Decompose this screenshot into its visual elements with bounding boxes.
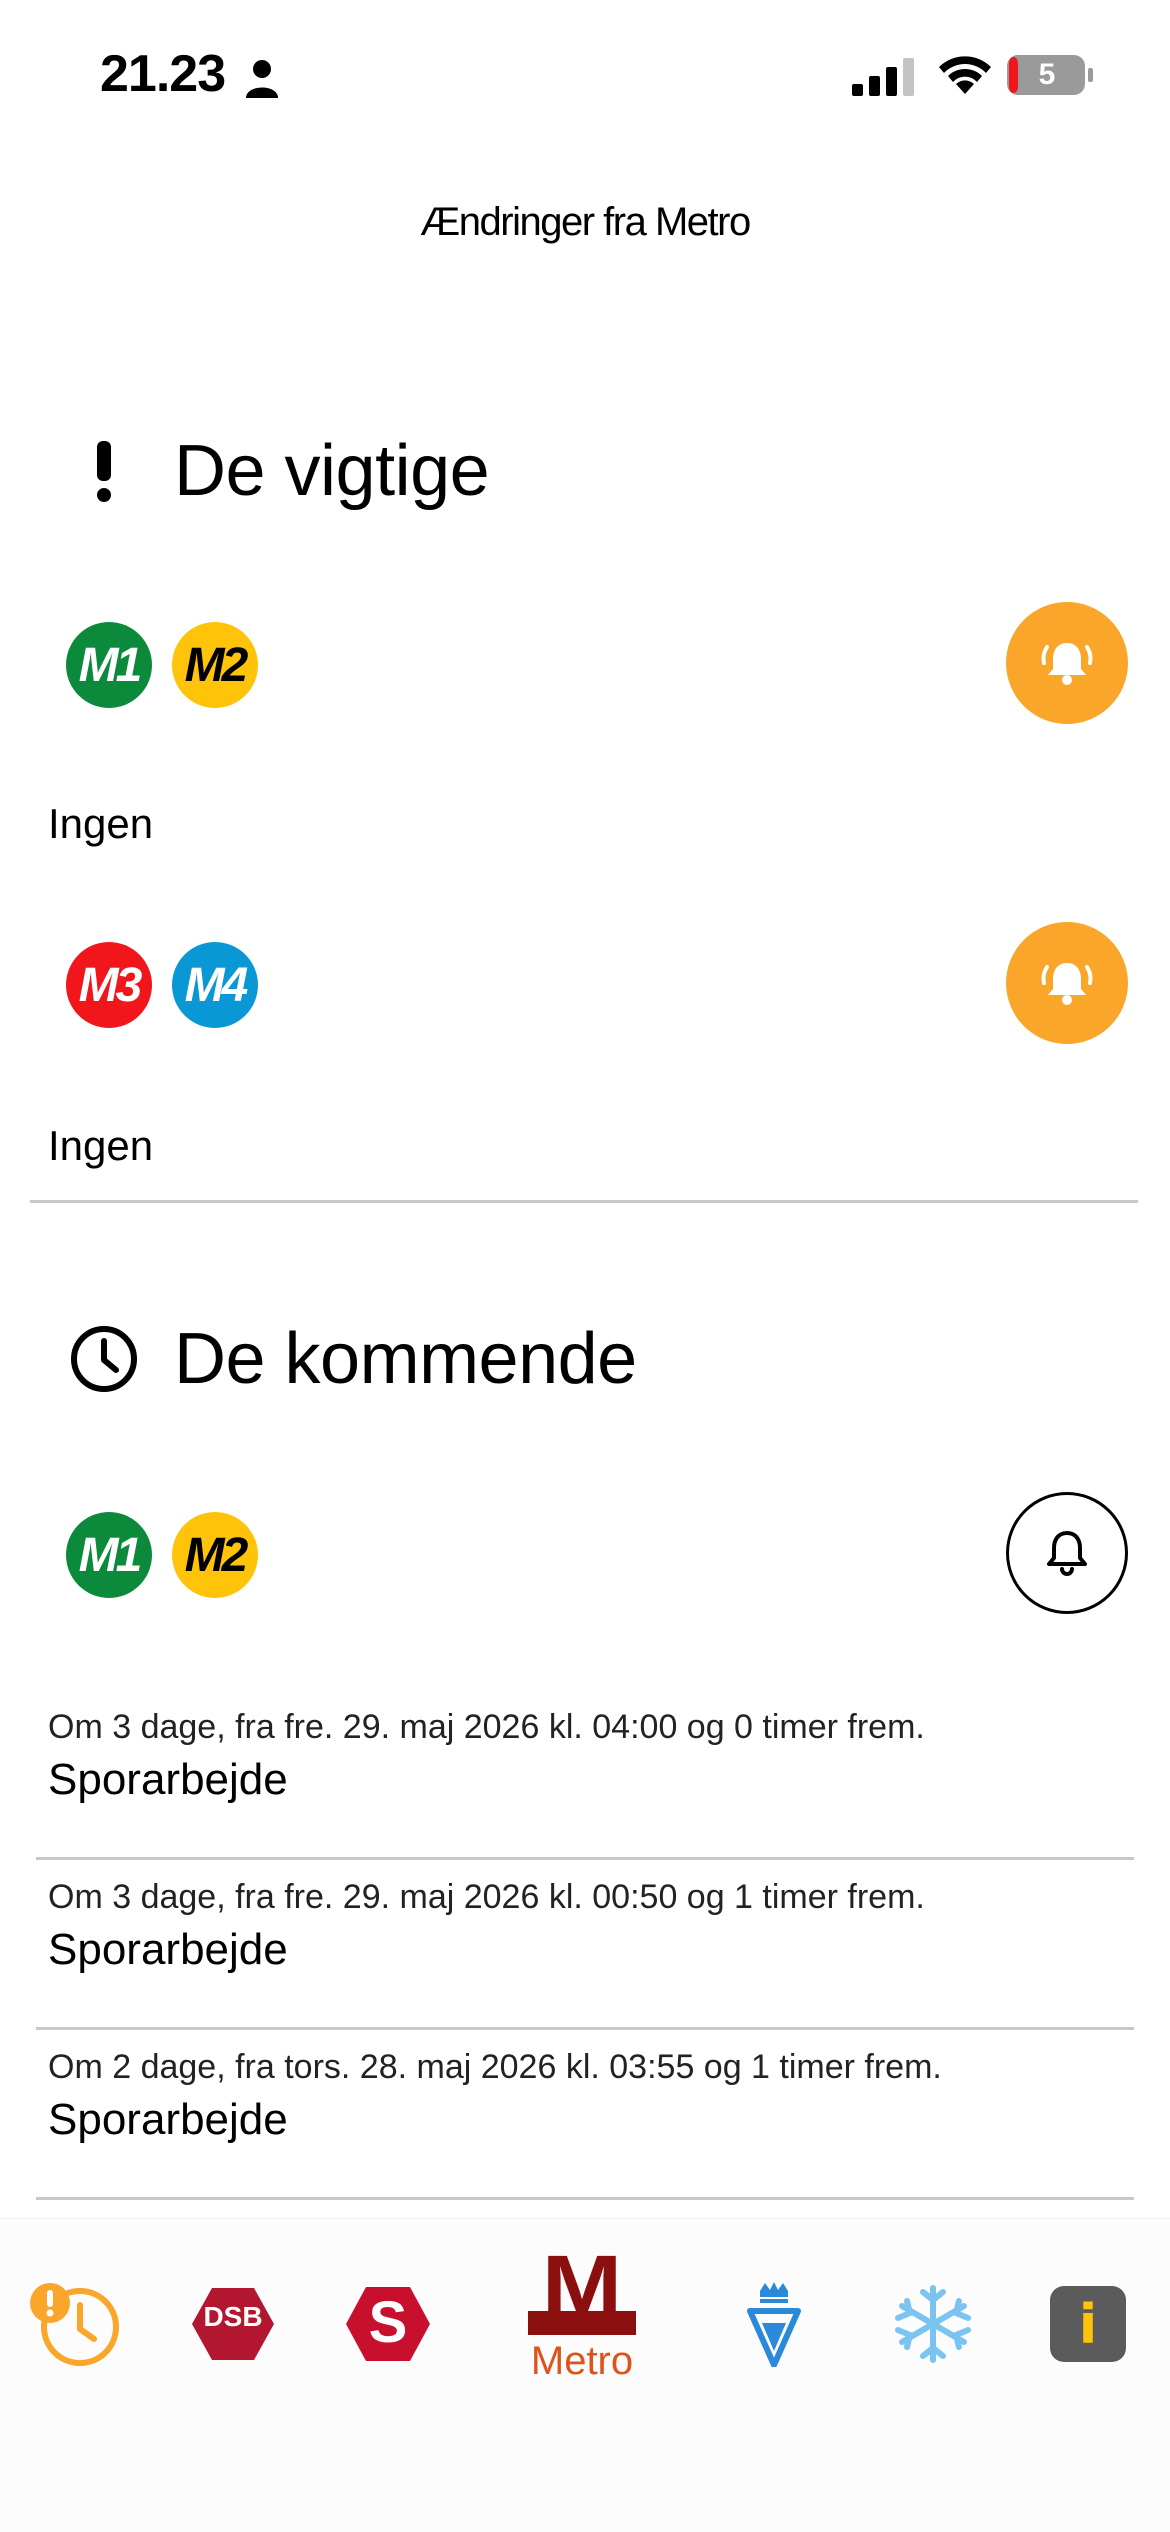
notification-bell-button-m3-m4[interactable] xyxy=(1006,922,1128,1044)
change-item-meta: Om 3 dage, fra fre. 29. maj 2026 kl. 04:… xyxy=(48,1708,925,1746)
cellular-signal-icon xyxy=(852,58,914,96)
notification-bell-button-m1-m2[interactable] xyxy=(1006,602,1128,724)
metro-logo: M xyxy=(528,2243,636,2337)
change-item-meta: Om 3 dage, fra fre. 29. maj 2026 kl. 00:… xyxy=(48,1878,925,1916)
wifi-icon xyxy=(939,56,991,94)
change-item[interactable]: Om 2 dage, fra tors. 28. maj 2026 kl. 03… xyxy=(48,2048,1128,2145)
tab-bar: DSB S M Metro i xyxy=(0,2218,1170,2532)
change-item-title: Sporarbejde xyxy=(48,1925,288,1974)
change-item-title: Sporarbejde xyxy=(48,2095,288,2144)
important-lines-row-m1-m2: M1 M2 xyxy=(66,602,1128,726)
line-badge-m2: M2 xyxy=(172,622,258,708)
exclamation-icon xyxy=(66,433,142,509)
battery-level: 5 xyxy=(1038,58,1056,91)
change-item[interactable]: Om 3 dage, fra fre. 29. maj 2026 kl. 00:… xyxy=(48,1878,1128,1975)
page-title: Ændringer fra Metro xyxy=(420,200,751,244)
tab-stog[interactable]: S xyxy=(344,2259,432,2389)
crown-triangle-icon xyxy=(747,2282,801,2367)
notification-bell-button-upcoming[interactable] xyxy=(1006,1492,1128,1614)
bell-icon xyxy=(1047,1531,1087,1576)
important-section-title: De vigtige xyxy=(174,431,490,511)
info-icon-letter: i xyxy=(1078,2292,1098,2356)
change-item-meta: Om 2 dage, fra tors. 28. maj 2026 kl. 03… xyxy=(48,2048,942,2086)
line-badge-m1: M1 xyxy=(66,622,152,708)
person-icon xyxy=(246,60,278,98)
list-divider xyxy=(36,1857,1134,1860)
tab-winter[interactable] xyxy=(888,2259,978,2389)
upcoming-section-header: De kommende xyxy=(66,1304,637,1414)
no-changes-text-m3-m4: Ingen xyxy=(48,1122,154,1169)
bell-ringing-icon xyxy=(1041,963,1093,1005)
upcoming-section-title: De kommende xyxy=(174,1319,637,1399)
important-lines-row-m3-m4: M3 M4 xyxy=(66,922,1128,1046)
section-divider xyxy=(30,1200,1138,1203)
line-badge-m2: M2 xyxy=(172,1512,258,1598)
snowflake-icon xyxy=(895,2285,971,2363)
line-badge-m4: M4 xyxy=(172,942,258,1028)
list-divider xyxy=(36,2197,1134,2200)
metro-logo-base xyxy=(528,2310,636,2335)
list-divider xyxy=(36,2027,1134,2030)
alert-clock-icon xyxy=(30,2283,119,2366)
tab-metro[interactable]: M Metro xyxy=(520,2243,644,2397)
tab-metro-label: Metro xyxy=(530,2338,634,2383)
info-icon: i xyxy=(1050,2286,1126,2362)
tab-weather-service[interactable] xyxy=(734,2259,814,2389)
clock-icon xyxy=(66,1321,142,1397)
important-section-header: De vigtige xyxy=(66,416,490,526)
tab-alerts[interactable] xyxy=(26,2259,130,2389)
change-item[interactable]: Om 3 dage, fra fre. 29. maj 2026 kl. 04:… xyxy=(48,1708,1128,1805)
screen: 21.23 5 Ændringer fra Metro De vigtige M… xyxy=(0,0,1170,2532)
status-bar: 21.23 5 xyxy=(0,0,1170,150)
change-item-title: Sporarbejde xyxy=(48,1755,288,1804)
status-time: 21.23 xyxy=(100,45,226,103)
tab-info[interactable]: i xyxy=(1046,2259,1130,2389)
dsb-logo-text: DSB xyxy=(203,2301,263,2332)
upcoming-lines-row-m1-m2: M1 M2 xyxy=(66,1492,1128,1616)
tab-dsb[interactable]: DSB xyxy=(188,2259,278,2389)
bell-ringing-icon xyxy=(1041,643,1093,685)
line-badge-m3: M3 xyxy=(66,942,152,1028)
stog-logo-text: S xyxy=(368,2290,408,2355)
no-changes-text-m1-m2: Ingen xyxy=(48,800,154,847)
line-badge-m1: M1 xyxy=(66,1512,152,1598)
